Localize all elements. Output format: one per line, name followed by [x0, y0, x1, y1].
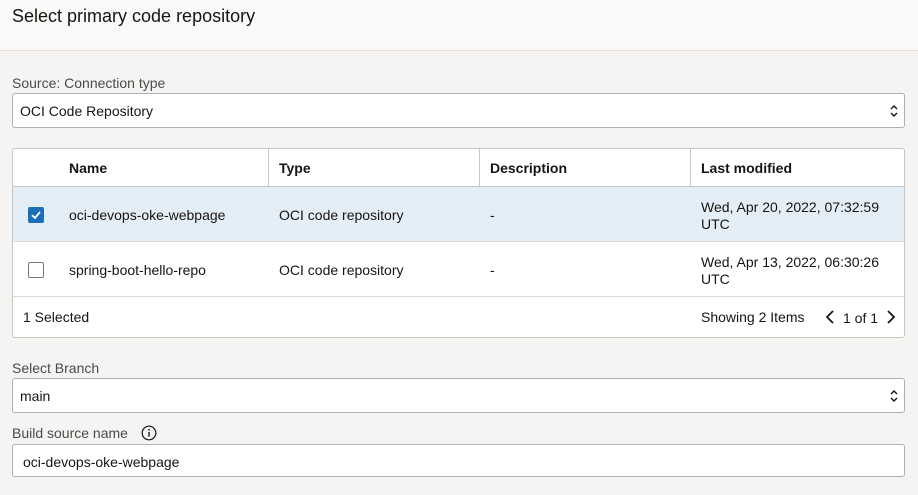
branch-select[interactable]: main	[12, 378, 905, 413]
dialog-header: Select primary code repository	[0, 0, 918, 51]
source-connection-type-select[interactable]: OCI Code Repository	[12, 93, 905, 128]
table-footer: 1 Selected Showing 2 Items 1 of 1	[13, 297, 904, 337]
column-divider	[690, 149, 691, 186]
chevron-left-icon[interactable]	[825, 309, 835, 325]
checkmark-icon	[31, 211, 41, 220]
repo-last-modified: Wed, Apr 20, 2022, 07:32:59	[701, 199, 879, 215]
page-title: Select primary code repository	[12, 6, 256, 26]
repository-table: Name Type Description Last modified oci-…	[12, 148, 905, 338]
build-source-name-value: oci-devops-oke-webpage	[23, 454, 180, 470]
column-header-description[interactable]: Description	[490, 160, 567, 176]
repo-type: OCI code repository	[279, 262, 404, 278]
select-arrows-icon	[890, 390, 898, 402]
repo-description: -	[490, 262, 495, 278]
source-connection-type-value: OCI Code Repository	[20, 103, 154, 119]
page-indicator: 1 of 1	[843, 310, 879, 326]
table-row[interactable]: spring-boot-hello-repo OCI code reposito…	[13, 242, 904, 297]
repo-description: -	[490, 207, 495, 223]
repo-name: spring-boot-hello-repo	[69, 262, 206, 278]
table-header: Name Type Description Last modified	[13, 149, 904, 187]
table-row[interactable]: oci-devops-oke-webpage OCI code reposito…	[13, 187, 904, 242]
build-source-name-input[interactable]: oci-devops-oke-webpage	[12, 444, 905, 477]
build-source-name-label: Build source name	[12, 425, 128, 441]
column-divider	[479, 149, 480, 186]
info-icon[interactable]	[141, 425, 157, 441]
column-divider	[268, 149, 269, 186]
showing-items-text: Showing 2 Items	[701, 309, 805, 325]
column-header-last-modified[interactable]: Last modified	[701, 160, 792, 176]
branch-value: main	[20, 388, 51, 404]
row-checkbox[interactable]	[28, 207, 44, 223]
column-header-type[interactable]: Type	[279, 160, 311, 176]
branch-label: Select Branch	[12, 360, 100, 376]
select-arrows-icon	[890, 105, 898, 117]
repo-type: OCI code repository	[279, 207, 404, 223]
selected-count: 1 Selected	[23, 309, 90, 325]
repo-last-modified-tz: UTC	[701, 271, 730, 287]
repo-last-modified-tz: UTC	[701, 216, 730, 232]
repo-last-modified: Wed, Apr 13, 2022, 06:30:26	[701, 254, 879, 270]
row-checkbox[interactable]	[28, 262, 44, 278]
column-header-name[interactable]: Name	[69, 160, 107, 176]
source-connection-type-label: Source: Connection type	[12, 75, 166, 91]
chevron-right-icon[interactable]	[886, 309, 896, 325]
repo-name: oci-devops-oke-webpage	[69, 207, 226, 223]
